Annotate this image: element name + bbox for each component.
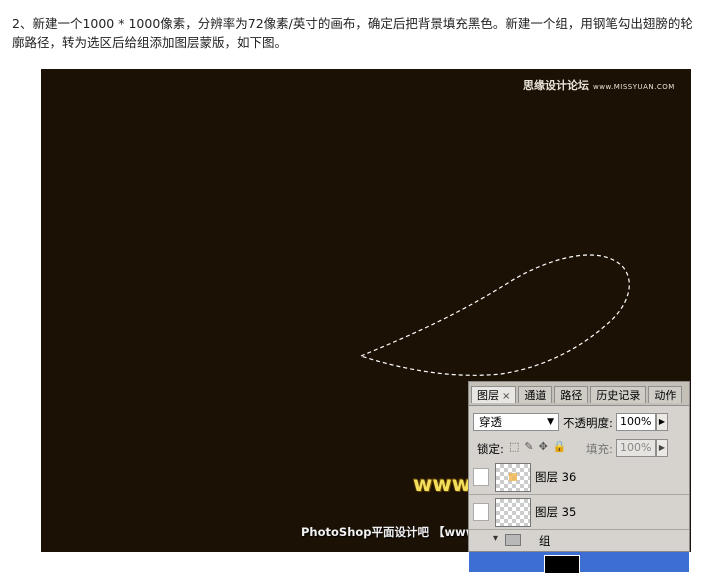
selected-layer-row[interactable] <box>469 552 689 574</box>
opacity-arrow-icon[interactable]: ▶ <box>656 413 668 431</box>
visibility-toggle[interactable] <box>473 468 489 486</box>
layer-thumbnail <box>495 498 531 527</box>
tab-channels[interactable]: 通道 <box>518 386 553 403</box>
layer-mask-thumbnail[interactable] <box>544 555 580 574</box>
lock-all-icon[interactable]: 🔒 <box>553 440 567 453</box>
fill-label: 填充: <box>586 442 613 456</box>
opacity-label: 不透明度: <box>563 416 613 430</box>
layers-list: 图层 36 图层 35 ▾ 组 <box>469 460 689 574</box>
lock-paint-icon[interactable]: ✎ <box>524 440 533 453</box>
lock-transparency-icon[interactable]: ⬚ <box>509 440 519 453</box>
panel-tabs: 图层 × 通道 路径 历史记录 动作 <box>469 382 689 406</box>
visibility-toggle[interactable] <box>473 503 489 521</box>
layer-name: 图层 35 <box>535 505 577 519</box>
lock-label: 锁定: <box>477 442 504 456</box>
tab-paths[interactable]: 路径 <box>554 386 589 403</box>
watermark-missyuan: 思缘设计论坛 www.MISSYUAN.COM <box>523 79 675 92</box>
opacity-input[interactable]: 100% <box>616 413 656 431</box>
dropdown-arrow-icon: ▼ <box>547 417 554 427</box>
layers-panel: 图层 × 通道 路径 历史记录 动作 穿透 ▼ 不透明度: 100% ▶ 锁定: ⬚… <box>468 381 690 574</box>
group-row[interactable]: ▾ 组 <box>469 530 689 552</box>
folder-icon <box>505 534 521 546</box>
lock-move-icon[interactable]: ✥ <box>539 440 548 453</box>
close-icon[interactable]: × <box>502 391 510 402</box>
layer-name: 图层 36 <box>535 470 577 484</box>
chevron-down-icon[interactable]: ▾ <box>493 533 498 544</box>
instruction-text: 2、新建一个1000 * 1000像素，分辨率为72像素/英寸的画布，确定后把背… <box>12 16 693 50</box>
blend-mode-select[interactable]: 穿透 ▼ <box>473 413 559 431</box>
tab-layers[interactable]: 图层 × <box>471 386 517 403</box>
layer-thumbnail <box>495 463 531 492</box>
fill-input[interactable]: 100% <box>616 439 656 457</box>
tab-history[interactable]: 历史记录 <box>590 386 647 403</box>
tab-actions[interactable]: 动作 <box>648 386 683 403</box>
layer-row[interactable]: 图层 35 <box>469 495 689 530</box>
fill-arrow-icon[interactable]: ▶ <box>656 439 668 457</box>
layer-row[interactable]: 图层 36 <box>469 460 689 495</box>
group-name: 组 <box>539 534 551 548</box>
